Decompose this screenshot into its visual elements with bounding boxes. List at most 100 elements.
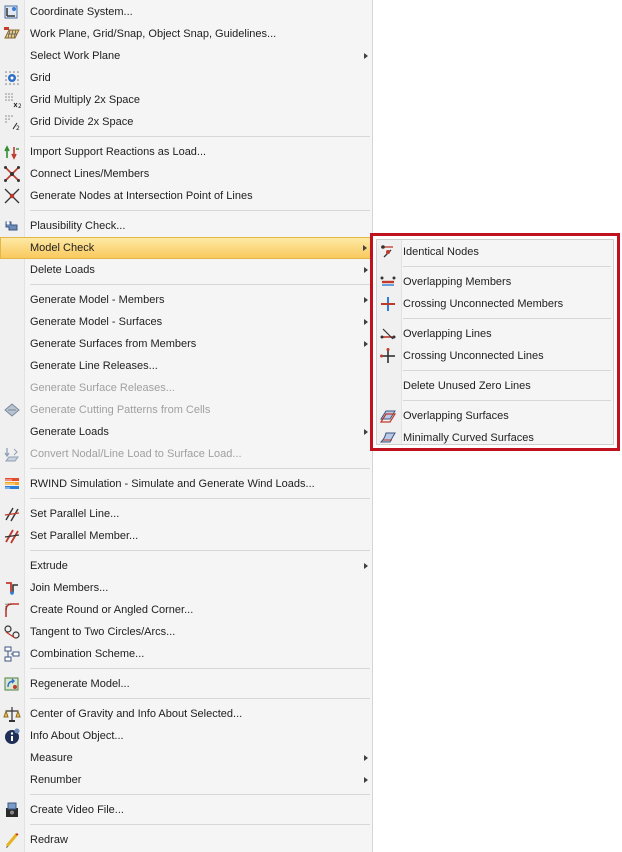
menu-item-label: Generate Cutting Patterns from Cells (30, 404, 211, 416)
menu-separator (30, 210, 370, 211)
crossing-lines-icon (379, 347, 397, 365)
menu-item-import-support-reactions[interactable]: Import Support Reactions as Load... (0, 141, 372, 163)
menu-item-create-video-file[interactable]: Create Video File... (0, 799, 372, 821)
tools-menu: Coordinate System... Work Plane, Grid/Sn… (0, 0, 373, 852)
rwind-icon (3, 475, 21, 493)
menu-item-grid-multiply[interactable]: 2 Grid Multiply 2x Space (0, 89, 372, 111)
redraw-icon (3, 831, 21, 849)
menu-item-label: Generate Surface Releases... (30, 382, 175, 394)
grid-multiply-icon: 2 (3, 91, 21, 109)
grid-icon (3, 69, 21, 87)
menu-item-label: Plausibility Check... (30, 220, 126, 232)
menu-item-label: Combination Scheme... (30, 648, 145, 660)
menu-item-label: Grid (30, 72, 51, 84)
menu-item-generate-model-members[interactable]: Generate Model - Members (0, 289, 372, 311)
menu-item-center-of-gravity[interactable]: Center of Gravity and Info About Selecte… (0, 703, 372, 725)
menu-item-generate-model-surfaces[interactable]: Generate Model - Surfaces (0, 311, 372, 333)
menu-item-delete-loads[interactable]: Delete Loads (0, 259, 372, 281)
submenu-item-label: Overlapping Surfaces (403, 410, 509, 422)
menu-item-label: Measure (30, 752, 73, 764)
menu-item-grid-divide[interactable]: 2 Grid Divide 2x Space (0, 111, 372, 133)
video-file-icon (3, 801, 21, 819)
menu-separator (30, 794, 370, 795)
menu-item-label: Generate Surfaces from Members (30, 338, 197, 350)
chevron-right-icon (364, 319, 368, 325)
submenu-item-crossing-members[interactable]: Crossing Unconnected Members (377, 293, 613, 315)
overlapping-members-icon (379, 273, 397, 291)
menu-item-label: Connect Lines/Members (30, 168, 150, 180)
submenu-item-label: Delete Unused Zero Lines (403, 380, 531, 392)
menu-item-label: Info About Object... (30, 730, 124, 742)
submenu-item-overlapping-surfaces[interactable]: Overlapping Surfaces (377, 405, 613, 427)
svg-text:2: 2 (16, 125, 20, 131)
menu-separator (30, 550, 370, 551)
menu-item-label: Tangent to Two Circles/Arcs... (30, 626, 176, 638)
submenu-item-label: Minimally Curved Surfaces (403, 432, 534, 444)
menu-item-generate-surfaces-from-members[interactable]: Generate Surfaces from Members (0, 333, 372, 355)
chevron-right-icon (364, 341, 368, 347)
menu-item-measure[interactable]: Measure (0, 747, 372, 769)
intersection-nodes-icon (3, 187, 21, 205)
parallel-member-icon (3, 527, 21, 545)
menu-item-plausibility-check[interactable]: Plausibility Check... (0, 215, 372, 237)
convert-load-icon (3, 445, 21, 463)
menu-item-generate-nodes-intersection[interactable]: Generate Nodes at Intersection Point of … (0, 185, 372, 207)
chevron-right-icon (364, 297, 368, 303)
menu-item-label: Generate Loads (30, 426, 109, 438)
submenu-item-crossing-lines[interactable]: Crossing Unconnected Lines (377, 345, 613, 367)
menu-item-label: Generate Model - Surfaces (30, 316, 163, 328)
menu-item-tangent-circles[interactable]: Tangent to Two Circles/Arcs... (0, 621, 372, 643)
chevron-right-icon (364, 429, 368, 435)
submenu-item-minimally-curved-surfaces[interactable]: Minimally Curved Surfaces (377, 427, 613, 449)
menu-item-grid[interactable]: Grid (0, 67, 372, 89)
menu-item-label: Work Plane, Grid/Snap, Object Snap, Guid… (30, 28, 277, 40)
menu-item-info-about-object[interactable]: Info About Object... (0, 725, 372, 747)
submenu-item-delete-unused-zero-lines[interactable]: Delete Unused Zero Lines (377, 375, 613, 397)
menu-item-extrude[interactable]: Extrude (0, 555, 372, 577)
submenu-item-label: Overlapping Members (403, 276, 512, 288)
menu-item-rwind-simulation[interactable]: RWIND Simulation - Simulate and Generate… (0, 473, 372, 495)
menu-separator (403, 400, 611, 401)
menu-item-round-corner[interactable]: Create Round or Angled Corner... (0, 599, 372, 621)
menu-item-combination-scheme[interactable]: Combination Scheme... (0, 643, 372, 665)
join-members-icon (3, 579, 21, 597)
chevron-right-icon (364, 563, 368, 569)
menu-item-label: Delete Loads (30, 264, 95, 276)
menu-item-label: Generate Line Releases... (30, 360, 158, 372)
menu-item-regenerate-model[interactable]: Regenerate Model... (0, 673, 372, 695)
regenerate-icon (3, 675, 21, 693)
overlapping-surfaces-icon (379, 407, 397, 425)
chevron-right-icon (364, 53, 368, 59)
menu-item-set-parallel-line[interactable]: Set Parallel Line... (0, 503, 372, 525)
menu-separator (403, 370, 611, 371)
menu-separator (30, 698, 370, 699)
menu-separator (30, 468, 370, 469)
import-reactions-icon (3, 143, 21, 161)
menu-item-connect-lines[interactable]: Connect Lines/Members (0, 163, 372, 185)
menu-item-label: Redraw (30, 834, 68, 846)
menu-item-label: Join Members... (30, 582, 109, 594)
menu-item-renumber[interactable]: Renumber (0, 769, 372, 791)
info-icon (3, 727, 21, 745)
menu-item-label: Generate Nodes at Intersection Point of … (30, 190, 253, 202)
connect-lines-icon (3, 165, 21, 183)
menu-item-coordinate-system[interactable]: Coordinate System... (0, 1, 372, 23)
menu-item-generate-line-releases[interactable]: Generate Line Releases... (0, 355, 372, 377)
menu-item-model-check[interactable]: Model Check (0, 237, 372, 259)
submenu-item-overlapping-lines[interactable]: Overlapping Lines (377, 323, 613, 345)
menu-item-label: Create Round or Angled Corner... (30, 604, 194, 616)
menu-item-label: Generate Model - Members (30, 294, 165, 306)
submenu-item-overlapping-members[interactable]: Overlapping Members (377, 271, 613, 293)
menu-item-label: Grid Divide 2x Space (30, 116, 134, 128)
menu-item-redraw[interactable]: Redraw (0, 829, 372, 851)
menu-item-work-plane[interactable]: Work Plane, Grid/Snap, Object Snap, Guid… (0, 23, 372, 45)
chevron-right-icon (364, 777, 368, 783)
menu-item-generate-loads[interactable]: Generate Loads (0, 421, 372, 443)
menu-item-set-parallel-member[interactable]: Set Parallel Member... (0, 525, 372, 547)
center-gravity-icon (3, 705, 21, 723)
menu-item-join-members[interactable]: Join Members... (0, 577, 372, 599)
combination-scheme-icon (3, 645, 21, 663)
menu-item-label: Convert Nodal/Line Load to Surface Load.… (30, 448, 242, 460)
submenu-item-identical-nodes[interactable]: Identical Nodes (377, 241, 613, 263)
menu-item-select-work-plane[interactable]: Select Work Plane (0, 45, 372, 67)
